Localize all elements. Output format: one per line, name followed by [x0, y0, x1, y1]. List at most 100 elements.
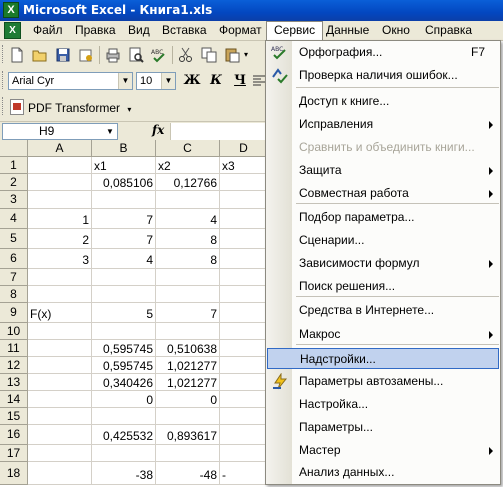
chevron-down-icon[interactable]: ▼: [161, 73, 175, 89]
print-icon[interactable]: [104, 46, 122, 64]
cell-b9[interactable]: 5: [92, 303, 156, 323]
cell-d4[interactable]: [220, 209, 268, 229]
insert-function-icon[interactable]: fx: [152, 123, 164, 137]
cell-b15[interactable]: [92, 408, 156, 425]
pdf-transformer-button[interactable]: PDF Transformer ▾: [10, 98, 131, 118]
cell-b6[interactable]: 4: [92, 249, 156, 269]
service-menu-item-8[interactable]: Подбор параметра...: [267, 207, 499, 228]
service-menu-item-13[interactable]: Макрос: [267, 324, 499, 345]
cell-a7[interactable]: [28, 269, 92, 286]
cell-a10[interactable]: [28, 323, 92, 340]
service-menu-item-6[interactable]: Защита: [267, 160, 499, 181]
cell-a14[interactable]: [28, 391, 92, 408]
cell-a11[interactable]: [28, 340, 92, 357]
cell-d2[interactable]: [220, 174, 268, 191]
row-header[interactable]: 12: [0, 357, 28, 374]
service-menu-item-17[interactable]: Параметры...: [267, 417, 499, 438]
row-header[interactable]: 4: [0, 209, 28, 229]
cell-c14[interactable]: 0: [156, 391, 220, 408]
row-header[interactable]: 14: [0, 391, 28, 408]
cell-c1[interactable]: x2: [156, 157, 220, 174]
menu-data[interactable]: Данные: [319, 21, 376, 40]
cell-b8[interactable]: [92, 286, 156, 303]
cell-c16[interactable]: 0,893617: [156, 425, 220, 445]
row-header[interactable]: 17: [0, 445, 28, 462]
cell-a8[interactable]: [28, 286, 92, 303]
bold-button[interactable]: Ж: [182, 72, 202, 90]
service-menu-item-2[interactable]: Проверка наличия ошибок...: [267, 65, 499, 86]
save-disk-icon[interactable]: [54, 46, 72, 64]
cell-c13[interactable]: 1,021277: [156, 374, 220, 391]
excel-app-icon[interactable]: X: [3, 2, 19, 18]
chevron-down-icon[interactable]: ▾: [127, 105, 131, 114]
cell-d3[interactable]: [220, 191, 268, 209]
cell-a6[interactable]: 3: [28, 249, 92, 269]
service-menu-item-9[interactable]: Сценарии...: [267, 230, 499, 251]
cell-c7[interactable]: [156, 269, 220, 286]
cut-icon[interactable]: [177, 46, 195, 64]
column-header-b[interactable]: B: [92, 140, 156, 157]
cell-d12[interactable]: [220, 357, 268, 374]
service-menu-item-1[interactable]: ABC Орфография... F7: [267, 42, 499, 63]
cell-b18[interactable]: -38: [92, 462, 156, 485]
cell-d15[interactable]: [220, 408, 268, 425]
cell-a18[interactable]: [28, 462, 92, 485]
cell-c17[interactable]: [156, 445, 220, 462]
cell-c2[interactable]: 0,12766: [156, 174, 220, 191]
row-header[interactable]: 10: [0, 323, 28, 340]
toolbar-grip[interactable]: [2, 45, 5, 63]
cell-d16[interactable]: [220, 425, 268, 445]
row-header[interactable]: 1: [0, 157, 28, 174]
cell-b13[interactable]: 0,340426: [92, 374, 156, 391]
column-header-a[interactable]: A: [28, 140, 92, 157]
toolbar-grip[interactable]: [2, 71, 5, 89]
service-menu-item-4[interactable]: Исправления: [267, 114, 499, 135]
cell-b7[interactable]: [92, 269, 156, 286]
cell-a12[interactable]: [28, 357, 92, 374]
cell-d17[interactable]: [220, 445, 268, 462]
row-header[interactable]: 16: [0, 425, 28, 445]
row-header[interactable]: 7: [0, 269, 28, 286]
service-menu-item-7[interactable]: Совместная работа: [267, 183, 499, 204]
font-size-select[interactable]: 10 ▼: [136, 72, 176, 90]
new-document-icon[interactable]: [8, 46, 26, 64]
cell-c12[interactable]: 1,021277: [156, 357, 220, 374]
open-folder-icon[interactable]: [31, 46, 49, 64]
name-box[interactable]: H9 ▼: [2, 123, 118, 140]
row-header[interactable]: 2: [0, 174, 28, 191]
chevron-down-icon[interactable]: ▼: [103, 124, 117, 139]
print-preview-icon[interactable]: [127, 46, 145, 64]
service-menu-item-19[interactable]: Анализ данных...: [267, 462, 499, 483]
service-menu-item-16[interactable]: Настройка...: [267, 394, 499, 415]
workbook-icon[interactable]: X: [4, 22, 21, 39]
service-menu-item-15[interactable]: Параметры автозамены...: [267, 371, 499, 392]
menu-service[interactable]: Сервис: [266, 21, 324, 41]
font-select[interactable]: Arial Cyr ▼: [8, 72, 133, 90]
cell-d7[interactable]: [220, 269, 268, 286]
cell-c18[interactable]: -48: [156, 462, 220, 485]
cell-b17[interactable]: [92, 445, 156, 462]
row-header[interactable]: 15: [0, 408, 28, 425]
menu-help[interactable]: Справка: [418, 21, 479, 40]
cell-c5[interactable]: 8: [156, 229, 220, 249]
cell-a2[interactable]: [28, 174, 92, 191]
column-header-d[interactable]: D: [220, 140, 268, 157]
row-header[interactable]: 3: [0, 191, 28, 209]
menu-format[interactable]: Формат: [212, 21, 269, 40]
cell-b14[interactable]: 0: [92, 391, 156, 408]
service-menu-item-10[interactable]: Зависимости формул: [267, 253, 499, 274]
cell-d1[interactable]: x3: [220, 157, 268, 174]
service-menu-item-11[interactable]: Поиск решения...: [267, 276, 499, 297]
align-left-icon[interactable]: [250, 72, 265, 90]
cell-b10[interactable]: [92, 323, 156, 340]
cell-d13[interactable]: [220, 374, 268, 391]
permission-icon[interactable]: [77, 46, 95, 64]
cell-c9[interactable]: 7: [156, 303, 220, 323]
underline-button[interactable]: Ч: [230, 72, 250, 90]
row-header[interactable]: 8: [0, 286, 28, 303]
cell-b3[interactable]: [92, 191, 156, 209]
cell-b11[interactable]: 0,595745: [92, 340, 156, 357]
formula-input[interactable]: [170, 123, 265, 140]
cell-c11[interactable]: 0,510638: [156, 340, 220, 357]
cell-b2[interactable]: 0,085106: [92, 174, 156, 191]
